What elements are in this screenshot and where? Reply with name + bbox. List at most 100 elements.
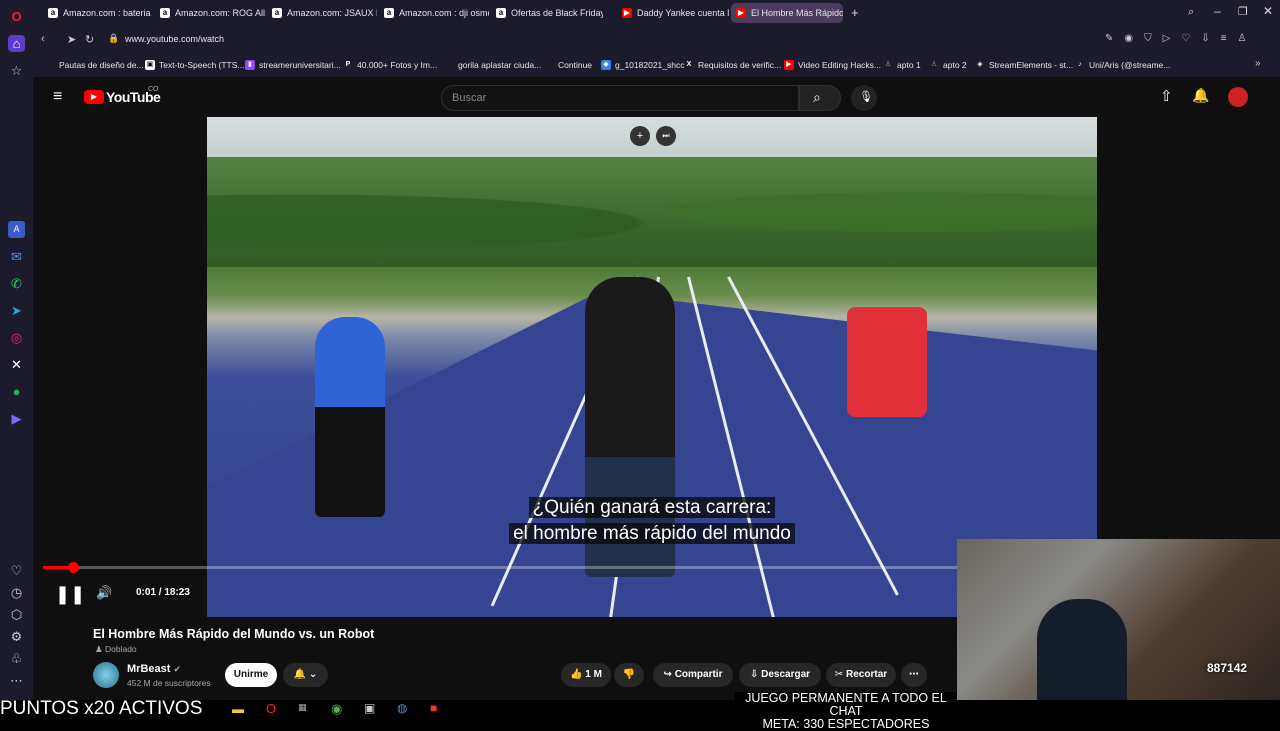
spotify-icon[interactable]: ● [8,383,25,400]
video-progress-bar[interactable] [43,562,1097,573]
back-icon[interactable]: ‹ [41,33,45,45]
aria-icon[interactable]: A [8,221,25,238]
avatar[interactable] [1228,87,1248,107]
bookmark[interactable]: ▶ Video Editing Hacks... [784,57,881,73]
bookmark[interactable]: ▮ streameruniversitari... [245,57,341,73]
search-input[interactable]: Buscar [441,85,799,111]
country-code: CO [148,86,159,93]
bookmark[interactable]: ♙ apto 2 [929,57,967,73]
bookmark[interactable]: ▣ Text-to-Speech (TTS... [145,57,245,73]
bookmark[interactable]: ▤ Pautas de diseño de... [45,57,144,73]
minimize-button[interactable]: – [1214,4,1221,18]
search-button[interactable]: ⌕ [799,85,841,111]
more-icon[interactable]: ⋯ [8,672,25,689]
more-bookmarks-icon[interactable]: » [1255,58,1261,69]
channel-avatar[interactable] [93,662,119,688]
bell-dropdown[interactable]: 🔔 ⌄ [283,663,328,687]
dislike-button[interactable]: 👎 [614,663,644,687]
youtube-icon: ▶ [736,8,746,18]
bell-icon: 🔔 [293,669,307,680]
bookmark[interactable]: X Requisitos de verific... [684,57,782,73]
telegram-icon[interactable]: ➤ [8,302,25,319]
window-taskbar-icon[interactable]: ▣ [364,701,375,715]
tab[interactable]: a Amazon.com: ROG Ally Ba [155,3,265,23]
like-button[interactable]: 👍 1 M [561,663,611,687]
bookmark-label: Uni/Aris (@streame... [1089,60,1171,70]
messenger-icon[interactable]: ✉ [8,248,25,265]
webcam-overlay: 887142 [957,539,1280,720]
url-field[interactable]: www.youtube.com/watch [125,34,224,44]
tab-label: Daddy Yankee cuenta lo q [637,8,729,18]
bookmark[interactable]: ♪ Uni/Aris (@streame... [1075,57,1170,73]
clip-label: Recortar [846,669,888,680]
thumbs-up-icon: 👍 [570,669,586,680]
tab-active[interactable]: ▶ El Hombre Más Rápido [731,3,843,23]
home-icon[interactable]: ⌂ [8,35,25,52]
channel-name[interactable]: MrBeast ✔ [127,663,181,675]
new-tab-button[interactable]: + [851,6,859,20]
settings-icon[interactable]: ⚙ [8,628,25,645]
download-button[interactable]: ⇩ Descargar [739,663,821,687]
pause-icon[interactable]: ❚❚ [55,584,85,605]
player-icon[interactable]: ▶ [8,410,25,427]
add-clip-icon[interactable]: + [630,126,650,146]
bookmark[interactable]: ◈ StreamElements - st... [975,57,1073,73]
clip-button[interactable]: ✂ Recortar [826,663,896,687]
twitch-icon: ▮ [245,60,255,70]
voice-search-button[interactable]: 🎙 [851,85,877,111]
close-button[interactable]: ✕ [1263,4,1273,18]
upload-icon[interactable]: ⇧ [1160,87,1173,105]
bookmark[interactable]: ▤ Continue [544,57,592,73]
history-icon[interactable]: ◷ [8,584,25,601]
dubbed-badge: ♟ Doblado [95,644,137,655]
app-taskbar-icon[interactable]: ▦ [298,702,307,713]
reload-icon[interactable]: ↻ [85,33,94,46]
bookmark-label: Video Editing Hacks... [798,60,881,70]
recorder-icon[interactable]: ■ [430,701,437,715]
chat-goal-overlay: JUEGO PERMANENTE A TODO EL CHAT META: 33… [735,692,957,731]
bookmark-label: 40.000+ Fotos y Im... [357,60,438,70]
notifications-icon[interactable]: 🔔 [1192,87,1209,104]
bookmark-label: apto 2 [943,60,967,70]
tab[interactable]: ▶ Daddy Yankee cuenta lo q [617,3,729,23]
airbnb-icon: ♙ [930,61,938,68]
chevron-down-icon: ⌄ [308,669,318,680]
tab[interactable]: a Amazon.com: JSAUX Mod [267,3,377,23]
tab[interactable]: a Amazon.com : bateria rog [43,3,153,23]
address-bar-tools[interactable]: ✎◉⛉▷♡⇩≡♙ [1105,33,1257,44]
share-icon: ↪ [663,669,675,680]
bookmark[interactable]: ◆ g_10182021_shcc [601,57,684,73]
whatsapp-icon[interactable]: ✆ [8,275,25,292]
progress-scrubber[interactable] [68,562,79,573]
more-actions-button[interactable]: ⋯ [901,663,927,687]
bookmark[interactable]: ♙ apto 1 [883,57,921,73]
search-tabs-icon[interactable]: ⌕ [1188,6,1194,19]
opera-taskbar-icon[interactable]: O [266,701,276,716]
opera-logo-icon[interactable]: O [8,8,25,25]
heart-icon[interactable]: ♡ [8,562,25,579]
bookmark[interactable]: ▤ gorila aplastar ciuda... [444,57,541,73]
instagram-icon[interactable]: ◎ [8,329,25,346]
chrome-icon[interactable]: ◉ [331,701,342,717]
folder-icon[interactable]: ▬ [232,702,244,716]
cube-icon[interactable]: ⬡ [8,606,25,623]
share-button[interactable]: ↪ Compartir [653,663,733,687]
dubbed-icon: ♟ [95,644,105,654]
tab[interactable]: a Amazon.com : dji osmo [379,3,489,23]
steam-icon[interactable]: ◍ [397,701,407,715]
maximize-button[interactable]: ❐ [1238,5,1248,18]
youtube-logo-icon[interactable]: ▶ [84,90,104,104]
menu-icon[interactable]: ≡ [53,89,62,105]
subtitle-line: ¿Quién ganará esta carrera: [528,497,776,518]
volume-icon[interactable]: 🔊 [96,585,112,601]
bookmark-label: gorila aplastar ciuda... [458,60,542,70]
lightbulb-icon[interactable]: ♧ [8,650,25,667]
join-button[interactable]: Unirme [225,663,277,687]
skip-icon[interactable]: ⏭ [656,126,676,146]
tab[interactable]: a Ofertas de Black Friday 20 [491,3,603,23]
bookmark-label: streameruniversitari... [259,60,341,70]
x-icon[interactable]: ✕ [8,356,25,373]
document-icon: ▤ [46,61,54,68]
star-icon[interactable]: ☆ [8,62,25,79]
bookmark[interactable]: P 40.000+ Fotos y Im... [343,57,437,73]
